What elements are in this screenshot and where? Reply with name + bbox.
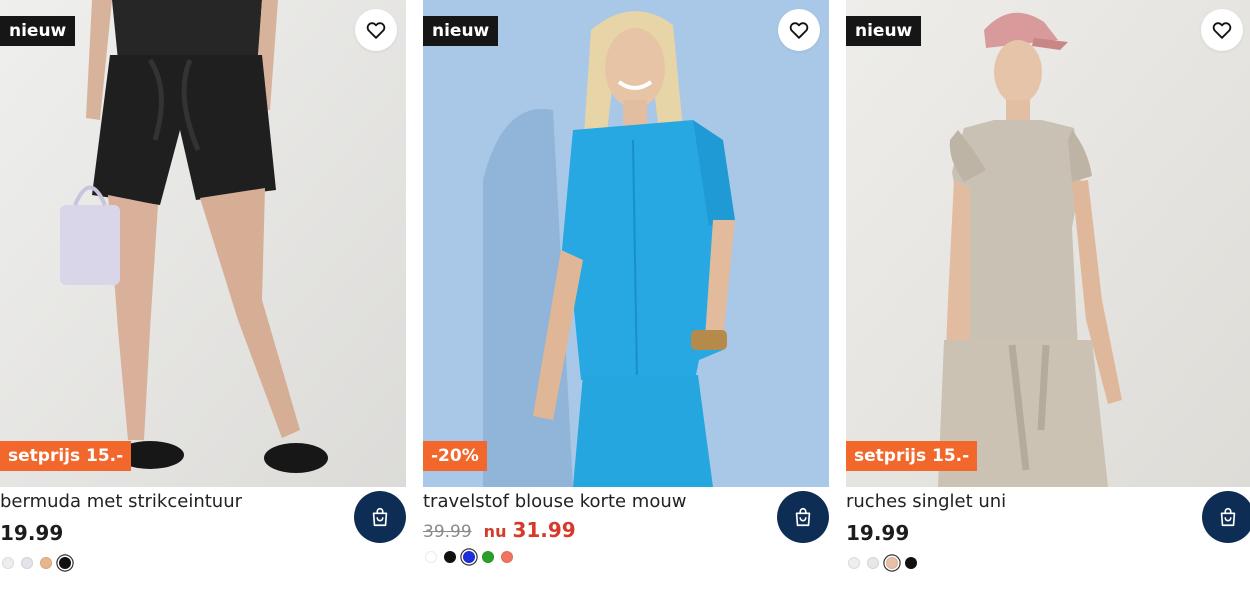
new-badge: nieuw [846, 16, 922, 46]
color-swatches [2, 557, 78, 569]
product-card[interactable]: nieuw setprijs 15.- ruches singlet uni 1… [846, 0, 1250, 612]
color-swatch[interactable] [848, 557, 860, 569]
now-label: nu [483, 522, 507, 541]
color-swatch[interactable] [482, 551, 494, 563]
product-image[interactable]: nieuw -20% [423, 0, 829, 487]
product-title[interactable]: ruches singlet uni [846, 491, 1006, 512]
sale-price: 31.99 [512, 518, 576, 542]
favorite-button[interactable] [355, 9, 397, 51]
color-swatch[interactable] [463, 551, 475, 563]
color-swatches [848, 557, 924, 569]
product-price: 19.99 [0, 521, 64, 545]
add-to-cart-button[interactable] [354, 491, 406, 543]
add-to-cart-button[interactable] [777, 491, 829, 543]
color-swatch[interactable] [886, 557, 898, 569]
color-swatch[interactable] [2, 557, 14, 569]
new-badge: nieuw [423, 16, 499, 46]
heart-icon [366, 22, 386, 39]
product-card[interactable]: nieuw -20% travelstof blouse korte mouw … [423, 0, 829, 612]
color-swatch[interactable] [501, 551, 513, 563]
color-swatch[interactable] [59, 557, 71, 569]
shopping-bag-icon [1220, 507, 1236, 527]
product-image[interactable]: nieuw setprijs 15.- [0, 0, 406, 487]
heart-icon [789, 22, 809, 39]
product-title[interactable]: bermuda met strikceintuur [0, 491, 242, 512]
shopping-bag-icon [372, 507, 388, 527]
product-image[interactable]: nieuw setprijs 15.- [846, 0, 1250, 487]
promo-badge: -20% [423, 441, 487, 471]
favorite-button[interactable] [778, 9, 820, 51]
new-badge: nieuw [0, 16, 76, 46]
color-swatch[interactable] [905, 557, 917, 569]
product-card[interactable]: nieuw setprijs 15.- bermuda met strikcei… [0, 0, 406, 612]
color-swatch[interactable] [21, 557, 33, 569]
add-to-cart-button[interactable] [1202, 491, 1250, 543]
promo-badge: setprijs 15.- [846, 441, 978, 471]
color-swatch[interactable] [867, 557, 879, 569]
old-price: 39.99 [423, 522, 472, 542]
product-title[interactable]: travelstof blouse korte mouw [423, 491, 686, 512]
price-row: 39.99 nu 31.99 [423, 518, 576, 542]
color-swatches [425, 551, 520, 563]
product-price: 19.99 [846, 521, 910, 545]
favorite-button[interactable] [1201, 9, 1243, 51]
promo-badge: setprijs 15.- [0, 441, 132, 471]
heart-icon [1212, 22, 1232, 39]
color-swatch[interactable] [40, 557, 52, 569]
shopping-bag-icon [795, 507, 811, 527]
color-swatch[interactable] [425, 551, 437, 563]
color-swatch[interactable] [444, 551, 456, 563]
